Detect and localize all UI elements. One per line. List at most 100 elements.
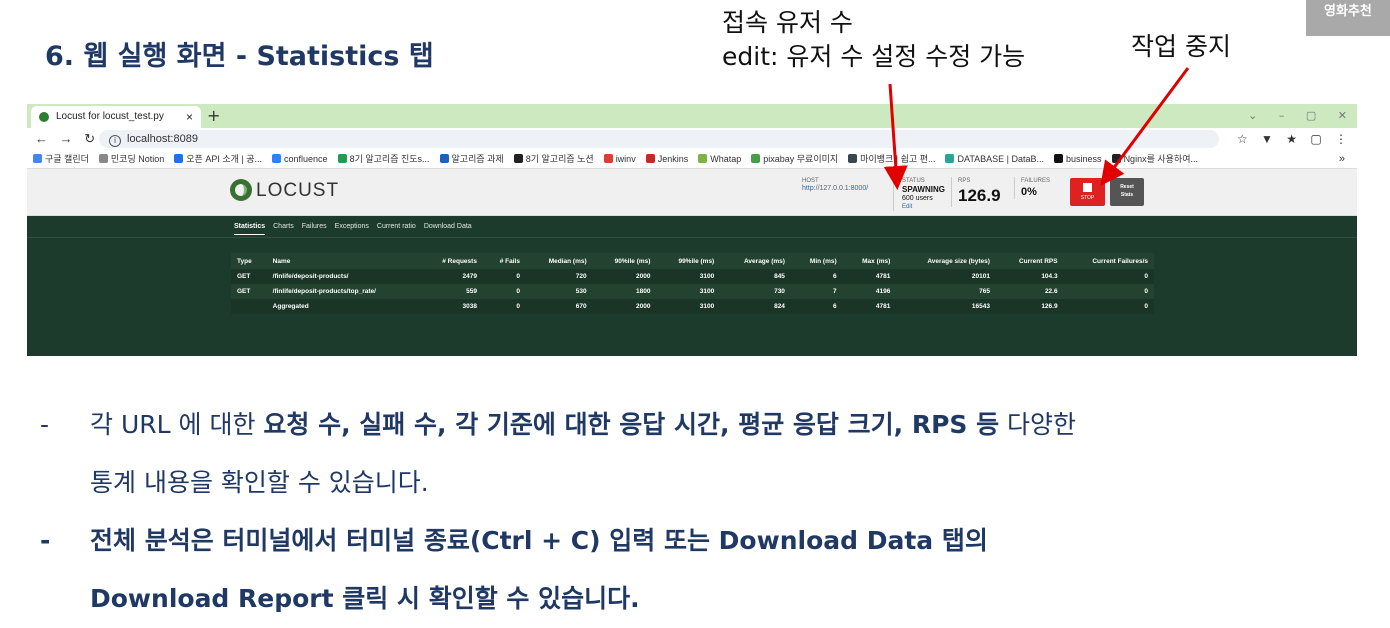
bookmark-item[interactable]: pixabay 무료이미지 (751, 150, 838, 168)
reset-stats-button[interactable]: Reset Stats (1110, 178, 1144, 206)
table-cell: 6 (790, 299, 843, 314)
url-field[interactable]: i localhost:8089 (99, 130, 1219, 148)
table-cell: 126.9 (995, 299, 1064, 314)
bookmark-item[interactable]: 마이뱅크 | 쉽고 편... (848, 150, 935, 168)
tab-current-ratio[interactable]: Current ratio (377, 220, 416, 234)
corner-badge: 영화추천 (1306, 0, 1390, 36)
tab-statistics[interactable]: Statistics (234, 220, 266, 235)
table-cell: 765 (896, 284, 996, 299)
table-cell: /finlife/deposit-products/top_rate/ (266, 284, 421, 299)
stop-button[interactable]: STOP (1070, 178, 1105, 206)
bookmark-item[interactable]: Jenkins (645, 150, 689, 168)
bullet-dash: - (40, 526, 51, 555)
column-header[interactable]: Name (266, 253, 421, 269)
window-controls[interactable]: ⌄ – ▢ ✕ (1248, 104, 1347, 128)
bookmark-label: DATABASE | DataB... (957, 154, 1045, 164)
rps-value: 126.9 (958, 186, 1001, 205)
failures-value: 0% (1021, 186, 1037, 198)
bookmark-icon (698, 154, 708, 163)
bookmark-item[interactable]: iwinv (603, 150, 636, 168)
table-cell: 2000 (592, 269, 657, 284)
nav-buttons[interactable]: ← → ↻ (35, 128, 95, 150)
locust-tabs: Statistics Charts Failures Exceptions Curren… (234, 220, 480, 236)
bookmark-item[interactable]: Nginx를 사용하여... (1111, 150, 1198, 168)
info-icon[interactable]: i (109, 135, 121, 147)
annotation-users-line2: edit: 유저 수 설정 수정 가능 (722, 42, 1026, 71)
table-row: Aggregated 3038 0 670 2000 3100 824 6 4781 16543 1… (231, 299, 1154, 314)
statistics-table: Type Name # Requests # Fails Median (ms) 90%i… (231, 253, 1154, 314)
bookmark-item[interactable]: 민코딩 Notion (98, 150, 164, 168)
bookmark-icon (751, 154, 761, 163)
column-header[interactable]: # Fails (482, 253, 526, 269)
column-header[interactable]: Max (ms) (842, 253, 897, 269)
bookmark-item[interactable]: Whatap (698, 150, 741, 168)
column-header[interactable]: Average (ms) (720, 253, 791, 269)
bullet-1-text-a: 각 URL 에 대한 (90, 410, 264, 439)
browser-tab-bar: Locust for locust_test.py × + ⌄ – ▢ ✕ (27, 104, 1357, 128)
column-header[interactable]: Type (231, 253, 267, 269)
tab-download-data[interactable]: Download Data (424, 220, 472, 234)
column-header[interactable]: # Requests (420, 253, 483, 269)
tab-exceptions[interactable]: Exceptions (335, 220, 369, 234)
column-header[interactable]: Current Failures/s (1063, 253, 1154, 269)
bookmark-item[interactable]: business (1054, 150, 1102, 168)
column-header[interactable]: Average size (bytes) (896, 253, 996, 269)
table-cell: 2000 (592, 299, 657, 314)
bookmark-item[interactable]: DATABASE | DataB... (945, 150, 1044, 168)
table-cell: 3100 (656, 269, 721, 284)
table-cell: /finlife/deposit-products/ (266, 269, 421, 284)
browser-tab[interactable]: Locust for locust_test.py × (31, 106, 201, 128)
reset-label-line1: Reset (1120, 184, 1134, 190)
bookmark-item[interactable]: 8기 알고리즘 노션 (513, 150, 594, 168)
failures-stat: FAILURES 0% (1014, 177, 1050, 199)
locust-logo: LOCUST (230, 179, 339, 203)
bookmark-label: Jenkins (657, 154, 689, 164)
bullet-list: - 각 URL 에 대한 요청 수, 실패 수, 각 기준에 대한 응답 시간, … (40, 396, 1360, 628)
table-cell: Aggregated (266, 299, 421, 314)
bookmark-label: iwinv (615, 154, 636, 164)
table-cell: 20101 (896, 269, 996, 284)
table-cell: 0 (1063, 284, 1154, 299)
column-header[interactable]: Median (ms) (525, 253, 593, 269)
bookmark-item[interactable]: 구글 캘린더 (33, 150, 89, 168)
bookmark-item[interactable]: 8기 알고리즘 진도s... (337, 150, 430, 168)
table-cell: 4781 (842, 269, 897, 284)
bookmark-label: confluence (284, 154, 328, 164)
table-cell: 730 (720, 284, 791, 299)
reset-label-line2: Stats (1120, 192, 1134, 198)
table-cell: 0 (1063, 269, 1154, 284)
column-header[interactable]: 99%ile (ms) (656, 253, 721, 269)
table-cell: GET (231, 269, 267, 284)
annotation-users-line1: 접속 유저 수 (722, 8, 853, 37)
bullet-2-line-2: Download Report 클릭 시 확인할 수 있습니다. (90, 584, 640, 613)
extension-icons[interactable]: ☆ ▼ ★ ▢ ⋮ (1237, 128, 1347, 150)
bookmark-item[interactable]: 오픈 API 소개 | 공... (174, 150, 262, 168)
status-label: STATUS (902, 178, 925, 184)
browser-window: Locust for locust_test.py × + ⌄ – ▢ ✕ ← … (27, 104, 1357, 376)
bookmark-icon (272, 154, 282, 163)
bookmark-item[interactable]: confluence (272, 150, 328, 168)
column-header[interactable]: 90%ile (ms) (592, 253, 657, 269)
table-header-row: Type Name # Requests # Fails Median (ms) 90%i… (231, 253, 1154, 269)
column-header[interactable]: Min (ms) (790, 253, 843, 269)
bookmarks-overflow-icon[interactable]: » (1339, 150, 1345, 168)
host-stat: HOST http://127.0.0.1:8000/ (802, 177, 868, 193)
close-tab-icon[interactable]: × (186, 106, 193, 128)
host-label: HOST (802, 178, 819, 184)
table-row: GET/finlife/deposit-products/2479 0 720 200… (231, 269, 1154, 284)
table-cell: 6 (790, 269, 843, 284)
bullet-1-line-1: - 각 URL 에 대한 요청 수, 실패 수, 각 기준에 대한 응답 시간, … (40, 396, 1360, 454)
bookmark-icon (513, 154, 523, 163)
table-cell: 22.6 (995, 284, 1064, 299)
bookmark-item[interactable]: 알고리즘 과제 (439, 150, 504, 168)
table-cell: 2479 (420, 269, 483, 284)
tab-failures[interactable]: Failures (302, 220, 327, 234)
new-tab-button[interactable]: + (207, 104, 220, 128)
table-cell (231, 299, 267, 314)
annotation-stop: 작업 중지 (1131, 32, 1231, 61)
column-header[interactable]: Current RPS (995, 253, 1064, 269)
bullet-1-line-2: 통계 내용을 확인할 수 있습니다. (90, 468, 429, 497)
tab-charts[interactable]: Charts (273, 220, 294, 234)
edit-users-link[interactable]: Edit (902, 203, 945, 211)
bookmark-label: 알고리즘 과제 (451, 154, 504, 164)
